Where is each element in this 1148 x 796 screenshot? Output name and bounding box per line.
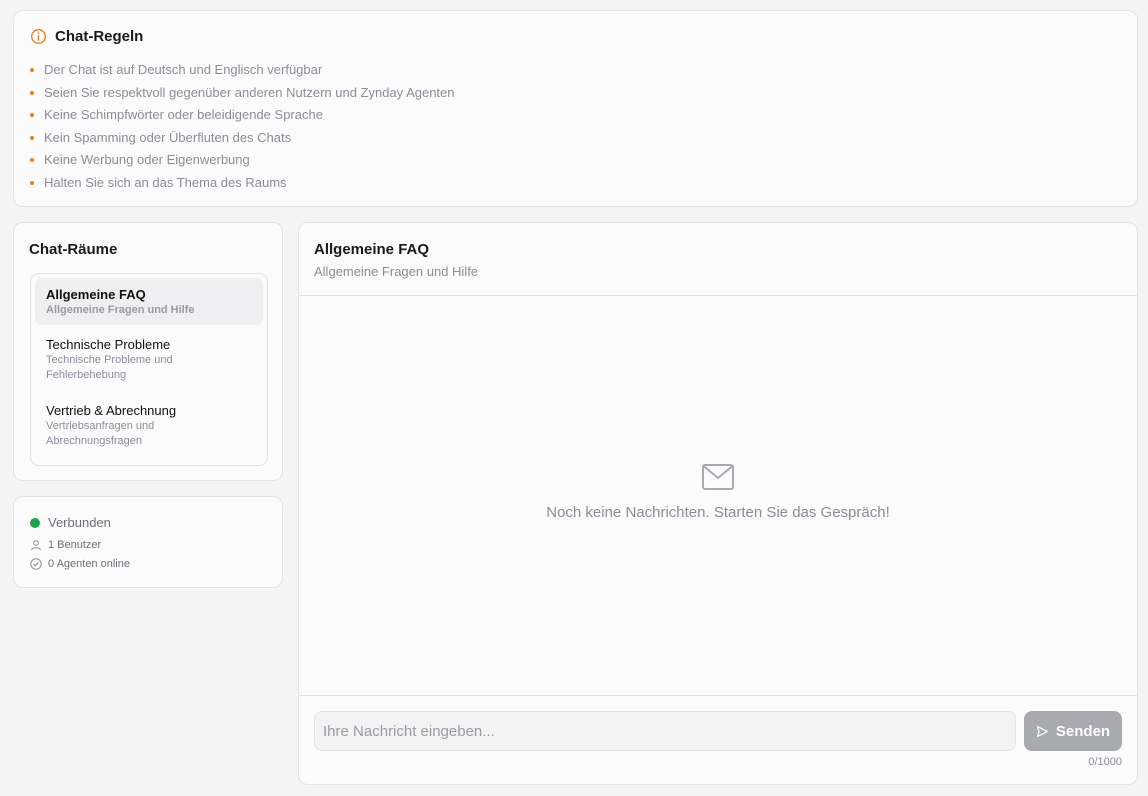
room-item-allgemeine-faq[interactable]: Allgemeine FAQ Allgemeine Fragen und Hil… (35, 278, 263, 325)
message-input[interactable] (314, 711, 1016, 751)
info-icon (31, 29, 46, 44)
connection-label: Verbunden (48, 515, 111, 530)
send-label: Senden (1055, 722, 1111, 740)
rule-text: Kein Spamming oder Überfluten des Chats (44, 129, 292, 145)
agents-online-label: 0 Agenten online (48, 558, 130, 570)
chat-rooms-card: Chat-Räume Allgemeine FAQ Allgemeine Fra… (13, 222, 283, 481)
user-count-label: 1 Benutzer (48, 539, 102, 551)
connection-status-card: Verbunden 1 Benutzer 0 Agenten online (13, 496, 283, 588)
rule-text: Keine Schimpfwörter oder beleidigende Sp… (44, 107, 323, 122)
user-icon (31, 540, 41, 551)
chat-header: Allgemeine FAQ Allgemeine Fragen und Hil… (299, 223, 1137, 296)
room-description: Technische Probleme und Fehlerbehebung (46, 354, 173, 381)
chat-rooms-title: Chat-Räume (29, 241, 118, 258)
chat-room-title: Allgemeine FAQ (314, 241, 430, 258)
room-description: Allgemeine Fragen und Hilfe (46, 304, 195, 316)
room-item-technische-probleme[interactable]: Technische Probleme Technische Probleme … (35, 328, 263, 391)
bullet-icon (30, 113, 34, 118)
chat-rules-list: Der Chat ist auf Deutsch und Englisch ve… (30, 59, 455, 194)
bullet-icon (30, 180, 34, 185)
bullet-icon (30, 158, 34, 163)
rule-item: Der Chat ist auf Deutsch und Englisch ve… (30, 59, 455, 82)
rule-item: Keine Werbung oder Eigenwerbung (30, 149, 455, 172)
chat-panel: Allgemeine FAQ Allgemeine Fragen und Hil… (298, 222, 1138, 785)
chat-rules-title: Chat-Regeln (55, 28, 144, 45)
rule-text: Der Chat ist auf Deutsch und Englisch ve… (44, 62, 323, 77)
chat-room-description: Allgemeine Fragen und Hilfe (314, 264, 479, 279)
rule-text: Halten Sie sich an das Thema des Raums (44, 174, 287, 190)
room-name: Vertrieb & Abrechnung (46, 403, 177, 418)
rule-item: Halten Sie sich an das Thema des Raums (30, 172, 455, 195)
user-count: 1 Benutzer (30, 539, 101, 551)
empty-message: Noch keine Nachrichten. Starten Sie das … (546, 504, 890, 521)
empty-state: Noch keine Nachrichten. Starten Sie das … (299, 463, 1137, 521)
bullet-icon (30, 135, 34, 140)
bullet-icon (30, 68, 34, 73)
chat-rooms-list: Allgemeine FAQ Allgemeine Fragen und Hil… (30, 273, 268, 466)
room-description: Vertriebsanfragen und Abrechnungsfragen (46, 420, 155, 447)
status-dot-icon (30, 517, 40, 528)
chat-rules-header: Chat-Regeln (30, 28, 143, 45)
char-counter: 0/1000 (1088, 756, 1122, 768)
chat-rules-card: Chat-Regeln Der Chat ist auf Deutsch und… (13, 10, 1138, 207)
mail-icon (702, 464, 734, 490)
bullet-icon (30, 90, 34, 95)
send-icon (1036, 725, 1049, 737)
room-name: Allgemeine FAQ (46, 287, 146, 302)
room-item-vertrieb-abrechnung[interactable]: Vertrieb & Abrechnung Vertriebsanfragen … (35, 394, 263, 457)
rule-item: Seien Sie respektvoll gegenüber anderen … (30, 82, 455, 105)
check-circle-icon (30, 558, 42, 570)
rule-item: Kein Spamming oder Überfluten des Chats (30, 127, 455, 150)
message-composer: Senden 0/1000 (299, 695, 1137, 784)
agents-online: 0 Agenten online (30, 558, 130, 570)
connection-status: Verbunden (30, 515, 111, 530)
rule-text: Seien Sie respektvoll gegenüber anderen … (44, 84, 455, 100)
send-button[interactable]: Senden (1024, 711, 1122, 751)
rule-text: Keine Werbung oder Eigenwerbung (44, 152, 250, 167)
room-name: Technische Probleme (46, 337, 171, 352)
rule-item: Keine Schimpfwörter oder beleidigende Sp… (30, 104, 455, 127)
